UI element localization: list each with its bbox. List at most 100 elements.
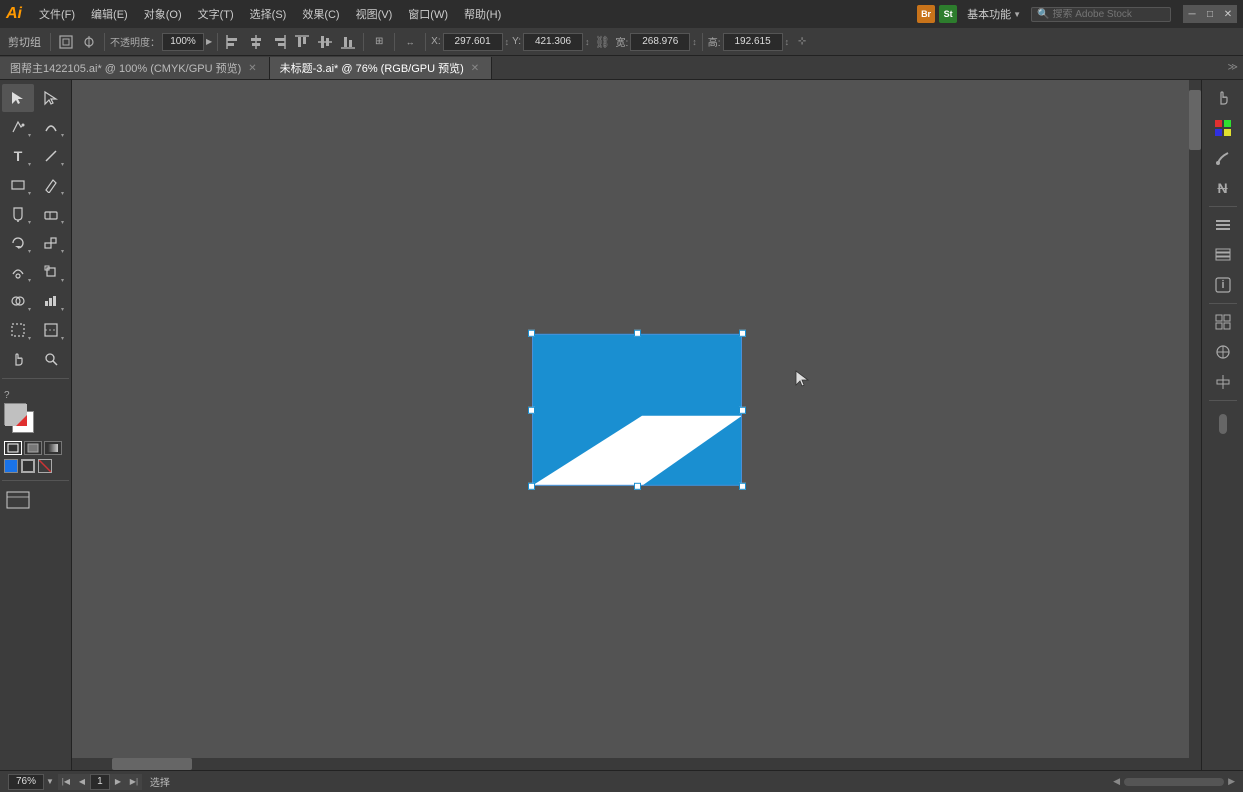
- h-scrollbar[interactable]: [72, 758, 1189, 770]
- rp-info[interactable]: [1207, 271, 1239, 299]
- rp-scroll-thumb[interactable]: [1219, 414, 1227, 434]
- fill-box[interactable]: [4, 403, 26, 425]
- tab-0[interactable]: 图帮主1422105.ai* @ 100% (CMYK/GPU 预览) ✕: [0, 57, 270, 79]
- scroll-right-arrow[interactable]: ▶: [1228, 776, 1235, 787]
- align-top-icon[interactable]: [292, 32, 312, 52]
- rp-grid[interactable]: [1207, 308, 1239, 336]
- handle-top-left[interactable]: [528, 330, 535, 337]
- menu-help[interactable]: 帮助(H): [457, 4, 508, 24]
- rotate-tool[interactable]: ▾: [2, 229, 34, 257]
- artboard-bottom-icon[interactable]: [2, 486, 34, 514]
- hand-tool[interactable]: [2, 345, 34, 373]
- close-button[interactable]: ✕: [1219, 5, 1237, 23]
- rp-color-swatch[interactable]: [1207, 114, 1239, 142]
- eraser-tool[interactable]: ▾: [35, 200, 67, 228]
- h-scroll-thumb[interactable]: [112, 758, 192, 770]
- rp-properties[interactable]: [1207, 211, 1239, 239]
- direct-selection-tool[interactable]: [35, 84, 67, 112]
- zoom-dropdown-arrow[interactable]: ▼: [46, 777, 54, 786]
- opacity-arrow[interactable]: ▶: [206, 37, 212, 46]
- handle-mid-left[interactable]: [528, 407, 535, 414]
- scroll-left-arrow[interactable]: ◀: [1113, 776, 1120, 787]
- menu-edit[interactable]: 编辑(E): [84, 4, 135, 24]
- tab-1[interactable]: 未标题-3.ai* @ 76% (RGB/GPU 预览) ✕: [270, 57, 493, 79]
- menu-effect[interactable]: 效果(C): [295, 4, 346, 24]
- artboard-tool[interactable]: ▾: [2, 316, 34, 344]
- width-input[interactable]: [630, 33, 690, 51]
- artwork[interactable]: [532, 334, 742, 486]
- pen-tool[interactable]: ▾: [2, 113, 34, 141]
- tab-0-close[interactable]: ✕: [246, 63, 258, 74]
- restore-button[interactable]: □: [1201, 5, 1219, 23]
- rp-appearance[interactable]: [1207, 338, 1239, 366]
- stock-icon[interactable]: St: [939, 5, 957, 23]
- rp-more[interactable]: [1207, 368, 1239, 396]
- menu-window[interactable]: 窗口(W): [401, 4, 455, 24]
- toolbar-transform-icon[interactable]: [56, 32, 76, 52]
- pencil-tool[interactable]: ▾: [35, 171, 67, 199]
- toolbar-align-icon[interactable]: [79, 32, 99, 52]
- zoom-tool[interactable]: [35, 345, 67, 373]
- shape-builder-tool[interactable]: ▾: [2, 287, 34, 315]
- none-sample[interactable]: [38, 459, 52, 473]
- nav-last-button[interactable]: ▶|: [126, 774, 142, 790]
- handle-bottom-center[interactable]: [634, 483, 641, 490]
- sb-progress-bar[interactable]: [1124, 778, 1224, 786]
- menu-select[interactable]: 选择(S): [243, 4, 294, 24]
- opacity-input[interactable]: [162, 33, 204, 51]
- handle-bottom-right[interactable]: [739, 483, 746, 490]
- align-middle-icon[interactable]: [315, 32, 335, 52]
- line-tool[interactable]: ▾: [35, 142, 67, 170]
- slice-tool[interactable]: ▾: [35, 316, 67, 344]
- nav-next-button[interactable]: ▶: [110, 774, 126, 790]
- x-input[interactable]: [443, 33, 503, 51]
- nav-first-button[interactable]: |◀: [58, 774, 74, 790]
- nav-prev-button[interactable]: ◀: [74, 774, 90, 790]
- rp-brushes[interactable]: [1207, 144, 1239, 172]
- rp-none-icon[interactable]: N: [1207, 174, 1239, 202]
- rect-tool[interactable]: ▾: [2, 171, 34, 199]
- rp-hand-tool[interactable]: [1207, 84, 1239, 112]
- handle-top-center[interactable]: [634, 330, 641, 337]
- bridge-icon[interactable]: Br: [917, 5, 935, 23]
- fill-mode-box[interactable]: [4, 441, 22, 455]
- align-right-icon[interactable]: [269, 32, 289, 52]
- fill-color-sample[interactable]: [4, 459, 18, 473]
- y-input[interactable]: [523, 33, 583, 51]
- transform-more-icon[interactable]: ⊹: [792, 32, 812, 52]
- curvature-tool[interactable]: ▾: [35, 113, 67, 141]
- graph-tool[interactable]: ▾: [35, 287, 67, 315]
- warp-tool[interactable]: ▾: [2, 258, 34, 286]
- stroke-color-sample[interactable]: [21, 459, 35, 473]
- v-scroll-thumb[interactable]: [1189, 90, 1201, 150]
- tabs-expand-icon[interactable]: ≫: [1223, 62, 1243, 73]
- paint-bucket-tool[interactable]: ▾: [2, 200, 34, 228]
- rp-layers[interactable]: [1207, 241, 1239, 269]
- workspace-selector[interactable]: 基本功能 ▼: [961, 4, 1027, 24]
- scale-tool[interactable]: ▾: [35, 229, 67, 257]
- selection-tool[interactable]: [2, 84, 34, 112]
- canvas-area[interactable]: [72, 80, 1201, 770]
- page-input[interactable]: [90, 774, 110, 790]
- align-bottom-icon[interactable]: [338, 32, 358, 52]
- tab-1-close[interactable]: ✕: [469, 63, 481, 74]
- search-bar[interactable]: 🔍: [1031, 7, 1171, 22]
- align-left-icon[interactable]: [223, 32, 243, 52]
- distribute-h-icon[interactable]: ⊞: [369, 32, 389, 52]
- gradient-mode-box[interactable]: [44, 441, 62, 455]
- menu-object[interactable]: 对象(O): [137, 4, 189, 24]
- height-input[interactable]: [723, 33, 783, 51]
- handle-top-right[interactable]: [739, 330, 746, 337]
- zoom-input[interactable]: [8, 774, 44, 790]
- align-center-h-icon[interactable]: [246, 32, 266, 52]
- menu-type[interactable]: 文字(T): [191, 4, 241, 24]
- transform-icon[interactable]: ↔: [400, 32, 420, 52]
- link-icon[interactable]: ⛓: [593, 32, 613, 52]
- fill-stroke-boxes[interactable]: [4, 403, 42, 439]
- free-transform-tool[interactable]: ▾: [35, 258, 67, 286]
- v-scrollbar[interactable]: [1189, 80, 1201, 770]
- search-input[interactable]: [1052, 9, 1152, 20]
- handle-bottom-left[interactable]: [528, 483, 535, 490]
- minimize-button[interactable]: ─: [1183, 5, 1201, 23]
- menu-view[interactable]: 视图(V): [349, 4, 400, 24]
